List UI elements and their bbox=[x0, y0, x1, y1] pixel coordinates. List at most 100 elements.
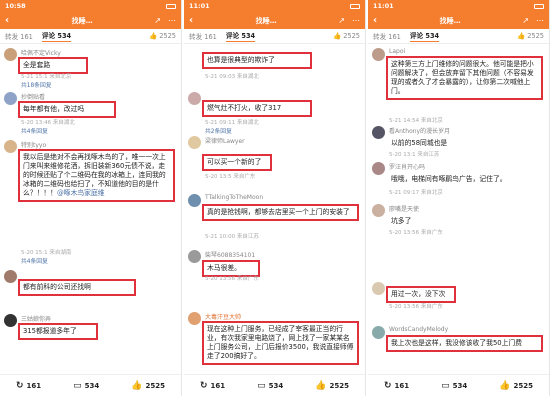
status-time: 10:58 bbox=[5, 2, 26, 10]
avatar[interactable] bbox=[372, 326, 385, 339]
comment-author[interactable]: 特别tyyo bbox=[21, 140, 46, 149]
tab-comments[interactable]: 评论 534 bbox=[225, 30, 256, 42]
tab-comments[interactable]: 评论 534 bbox=[41, 30, 72, 42]
comment: 都有前科的公司还找啊 bbox=[4, 270, 177, 304]
avatar[interactable] bbox=[4, 314, 17, 327]
like-count[interactable]: 👍 2525 bbox=[149, 32, 176, 40]
like-button[interactable]: 👍 2525 bbox=[131, 381, 165, 391]
avatar[interactable] bbox=[372, 282, 385, 295]
top-bar: ‹ 找睡… ↗ ⋯ bbox=[0, 12, 181, 29]
back-icon[interactable]: ‹ bbox=[5, 15, 17, 26]
expand-replies[interactable]: 共2条回复 bbox=[205, 126, 232, 135]
comment-text: 可以买一个新的了 bbox=[202, 154, 272, 171]
comment-button[interactable]: ▭ 534 bbox=[441, 381, 467, 391]
tab-repost[interactable]: 转发 161 bbox=[189, 31, 217, 41]
comment: 罗汪肖开心吗 哦哦，电梯间有啄鹛鸟广告，记住了。 5-21 09:17 来自北京 bbox=[372, 162, 545, 202]
avatar[interactable] bbox=[188, 92, 201, 105]
more-icon[interactable]: ⋯ bbox=[536, 16, 544, 25]
repost-button[interactable]: ↻ 161 bbox=[16, 381, 41, 391]
bottom-action-bar: ↻ 161 ▭ 534 👍 2525 bbox=[368, 374, 549, 396]
comment: 三姑娘你弄 315都报道多年了 bbox=[4, 314, 177, 344]
status-bar: 11:01 bbox=[184, 0, 365, 12]
tab-repost[interactable]: 转发 161 bbox=[5, 31, 33, 41]
comment: 抄倒贴看 每年都有他，改过吗 5-20 13:46 来自湖北 共4条回复 bbox=[4, 92, 177, 136]
avatar[interactable] bbox=[372, 204, 385, 217]
more-icon[interactable]: ⋯ bbox=[352, 16, 360, 25]
comment-meta: 5-20 15:1 来自湖南 bbox=[21, 250, 72, 256]
comment-text: 每年都有他，改过吗 bbox=[18, 101, 116, 118]
expand-replies[interactable]: 共4条回复 bbox=[21, 256, 48, 265]
bottom-action-bar: ↻ 161 ▭ 534 👍 2525 bbox=[184, 374, 365, 396]
comment-text: 哦哦，电梯间有啄鹛鸟广告，记住了。 bbox=[386, 171, 543, 188]
avatar[interactable] bbox=[188, 312, 201, 325]
back-icon[interactable]: ‹ bbox=[189, 15, 201, 26]
share-icon[interactable]: ↗ bbox=[338, 16, 345, 25]
repost-icon: ↻ bbox=[15, 380, 24, 391]
top-bar: ‹ 找睡… ↗ ⋯ bbox=[184, 12, 365, 29]
expand-replies[interactable]: 共4条回复 bbox=[21, 126, 48, 135]
comment-text: 都有前科的公司还找啊 bbox=[18, 279, 136, 296]
avatar[interactable] bbox=[372, 126, 385, 139]
repost-icon: ↻ bbox=[199, 380, 208, 391]
share-icon[interactable]: ↗ bbox=[154, 16, 161, 25]
avatar[interactable] bbox=[188, 250, 201, 263]
comment-text: 用过一次，没下次 bbox=[386, 286, 456, 303]
comment-text: 真的是抢钱啊，都够去店里买一个上门的安装了 bbox=[202, 204, 359, 221]
comment-text: 现在这种上门服务，已经成了宰客最正当的行业，有次我家里电路烧了，网上找了一家某某… bbox=[202, 321, 359, 365]
comment-author[interactable]: 梁律师Lawyer bbox=[205, 136, 245, 145]
comment-meta: 5-21 10:00 来自江苏 bbox=[205, 234, 259, 240]
comment: 廖嘴是天使 坑多了 5-20 13:56 来自广东 bbox=[372, 204, 545, 240]
comment-text: 315都报道多年了 bbox=[18, 323, 98, 340]
thumb-up-icon: 👍 bbox=[499, 380, 511, 391]
comment-author[interactable]: 柴琴6088354101 bbox=[205, 250, 255, 259]
comment-list: Lapoi 这种第三方上门维修的问题很大。他可能是把小问题解决了，但会放弃留下其… bbox=[368, 44, 549, 374]
comment: 柴琴6088354101 木马很差。 5-20 13:56 来自广东 bbox=[188, 250, 361, 290]
tab-repost[interactable]: 转发 161 bbox=[373, 31, 401, 41]
avatar[interactable] bbox=[372, 48, 385, 61]
status-bar: 10:58 bbox=[0, 0, 181, 12]
comment-author[interactable]: TTalkingToTheMoon bbox=[205, 194, 263, 201]
status-time: 11:01 bbox=[189, 2, 210, 10]
back-icon[interactable]: ‹ bbox=[373, 15, 385, 26]
comment-meta: 5-21 09:17 来自北京 bbox=[389, 190, 443, 196]
repost-button[interactable]: ↻ 161 bbox=[200, 381, 225, 391]
comment-author[interactable]: WordsCandyMelody bbox=[389, 326, 448, 333]
comment-author[interactable]: 抄倒贴看 bbox=[21, 92, 45, 101]
avatar[interactable] bbox=[372, 162, 385, 175]
comment-author[interactable]: 罗汪肖开心吗 bbox=[389, 162, 425, 171]
comment-author[interactable]: Lapoi bbox=[389, 48, 405, 55]
comment: Lapoi 这种第三方上门维修的问题很大。他可能是把小问题解决了，但会放弃留下其… bbox=[372, 48, 545, 126]
like-count[interactable]: 👍 2525 bbox=[517, 32, 544, 40]
share-icon[interactable]: ↗ bbox=[522, 16, 529, 25]
mention-link[interactable]: @啄木鸟家庭维 bbox=[57, 189, 105, 197]
avatar[interactable] bbox=[4, 92, 17, 105]
comment-text: 我上次也是这样，我没修该收了我50上门费 bbox=[386, 335, 543, 352]
like-button[interactable]: 👍 2525 bbox=[315, 381, 349, 391]
battery-icon bbox=[534, 3, 544, 9]
repost-button[interactable]: ↻ 161 bbox=[384, 381, 409, 391]
avatar[interactable] bbox=[188, 136, 201, 149]
comment-meta: 5-21 15:1 来自北京 bbox=[21, 74, 72, 80]
like-count[interactable]: 👍 2525 bbox=[333, 32, 360, 40]
avatar[interactable] bbox=[188, 194, 201, 207]
more-icon[interactable]: ⋯ bbox=[168, 16, 176, 25]
tab-comments[interactable]: 评论 534 bbox=[409, 30, 440, 42]
comment-button[interactable]: ▭ 534 bbox=[257, 381, 283, 391]
expand-replies[interactable]: 共18条回复 bbox=[21, 80, 52, 89]
comment-author[interactable]: 三姑娘你弄 bbox=[21, 314, 51, 323]
comment: 哈佩不定Vicky 全是套路 5-21 15:1 来自北京 共18条回复 bbox=[4, 48, 177, 89]
comment-icon: ▭ bbox=[257, 380, 266, 391]
comment-author[interactable]: 看Anthony的漫长岁月 bbox=[389, 126, 450, 135]
comment-author[interactable]: 哈佩不定Vicky bbox=[21, 48, 61, 57]
avatar[interactable] bbox=[4, 140, 17, 153]
comment-meta: 5-20 13:5 来自广东 bbox=[205, 174, 256, 180]
avatar[interactable] bbox=[4, 270, 17, 283]
like-button[interactable]: 👍 2525 bbox=[499, 381, 533, 391]
comment-author[interactable]: 大毒汗豆大帅 bbox=[205, 312, 241, 321]
tab-bar: 转发 161 评论 534 👍 2525 bbox=[184, 29, 365, 44]
comment-button[interactable]: ▭ 534 bbox=[73, 381, 99, 391]
avatar[interactable] bbox=[4, 48, 17, 61]
comment: 特别tyyo 我以后是绝对不会再找啄木鸟的了，唯一一次上门来叫来维修花洒，拆旧装… bbox=[4, 140, 177, 266]
comment: 大毒汗豆大帅 现在这种上门服务，已经成了宰客最正当的行业，有次我家里电路烧了，网… bbox=[188, 312, 361, 374]
comment-author[interactable]: 廖嘴是天使 bbox=[389, 204, 419, 213]
